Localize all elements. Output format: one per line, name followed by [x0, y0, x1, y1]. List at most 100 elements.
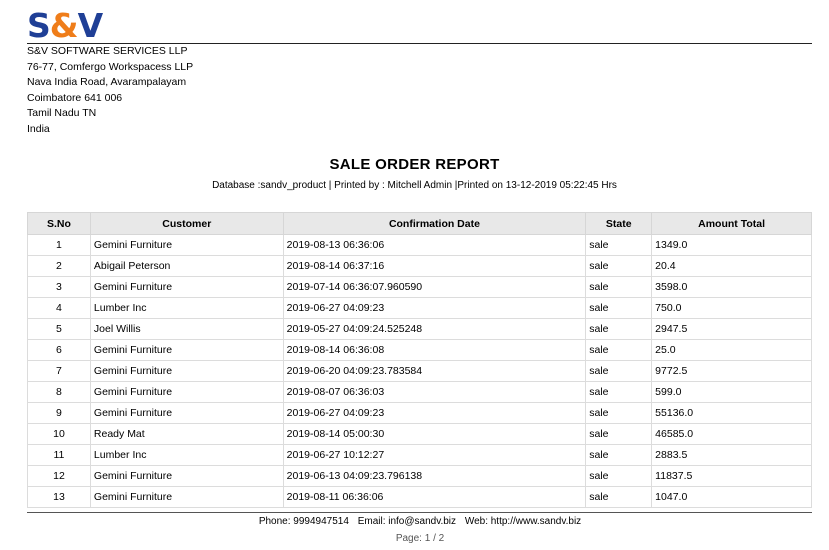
cell-state: sale: [585, 444, 653, 466]
cell-sno: 5: [27, 318, 91, 340]
footer-web: Web: http://www.sandv.biz: [464, 516, 582, 527]
table-row: 4 Lumber Inc 2019-06-27 04:09:23 sale 750.0: [27, 297, 812, 319]
cell-amount-total: 46585.0: [651, 423, 812, 445]
report-title: SALE ORDER REPORT: [329, 156, 500, 173]
cell-confirmation-date: 2019-08-11 06:36:06: [282, 486, 587, 508]
cell-sno: 11: [27, 444, 91, 466]
table-row: 6 Gemini Furniture 2019-08-14 06:36:08 sale…: [27, 339, 812, 361]
cell-amount-total: 1047.0: [651, 486, 812, 508]
sale-order-table: S.No Customer Confirmation Date State Am…: [27, 212, 812, 508]
cell-confirmation-date: 2019-06-27 04:09:23: [282, 297, 587, 319]
cell-confirmation-date: 2019-06-27 04:09:23: [282, 402, 587, 424]
logo-letter-s: S: [27, 6, 51, 45]
cell-customer: Gemini Furniture: [89, 339, 284, 361]
cell-customer: Gemini Furniture: [89, 234, 284, 256]
cell-amount-total: 750.0: [651, 297, 812, 319]
cell-sno: 12: [27, 465, 91, 487]
cell-confirmation-date: 2019-08-14 06:37:16: [282, 255, 587, 277]
footer-email: Email: info@sandv.biz: [357, 516, 457, 527]
cell-state: sale: [585, 276, 653, 298]
cell-customer: Lumber Inc: [89, 297, 284, 319]
cell-customer: Ready Mat: [89, 423, 284, 445]
cell-customer: Abigail Peterson: [89, 255, 284, 277]
cell-state: sale: [585, 465, 653, 487]
footer-phone: Phone: 9994947514: [258, 516, 349, 527]
table-row: 13 Gemini Furniture 2019-08-11 06:36:06 sal…: [27, 486, 812, 508]
logo-letter-v: V: [77, 6, 104, 45]
cell-state: sale: [585, 423, 653, 445]
cell-customer: Gemini Furniture: [89, 402, 284, 424]
table-row: 5 Joel Willis 2019-05-27 04:09:24.525248 sa…: [27, 318, 812, 340]
cell-sno: 8: [27, 381, 91, 403]
table-row: 3 Gemini Furniture 2019-07-14 06:36:07.960…: [27, 276, 812, 298]
company-name: S&V SOFTWARE SERVICES LLP: [27, 45, 188, 57]
cell-state: sale: [585, 381, 653, 403]
cell-confirmation-date: 2019-06-20 04:09:23.783584: [282, 360, 587, 382]
cell-state: sale: [585, 318, 653, 340]
cell-state: sale: [585, 234, 653, 256]
cell-sno: 7: [27, 360, 91, 382]
cell-state: sale: [585, 339, 653, 361]
column-header-customer: Customer: [89, 212, 284, 235]
table-row: 10 Ready Mat 2019-08-14 05:00:30 sale 46585.…: [27, 423, 812, 445]
cell-amount-total: 3598.0: [651, 276, 812, 298]
table-row: 8 Gemini Furniture 2019-08-07 06:36:03 sale…: [27, 381, 812, 403]
column-header-state: State: [585, 212, 653, 235]
cell-amount-total: 55136.0: [651, 402, 812, 424]
cell-amount-total: 20.4: [651, 255, 812, 277]
cell-amount-total: 2947.5: [651, 318, 812, 340]
company-address: S&V SOFTWARE SERVICES LLP 76-77, Comferg…: [27, 44, 193, 138]
cell-confirmation-date: 2019-08-13 06:36:06: [282, 234, 587, 256]
logo-ampersand: &: [49, 6, 79, 45]
address-line: Nava India Road, Avarampalayam: [27, 76, 187, 89]
cell-state: sale: [585, 297, 653, 319]
table-row: 12 Gemini Furniture 2019-06-13 04:09:23.79…: [27, 465, 812, 487]
cell-confirmation-date: 2019-06-13 04:09:23.796138: [282, 465, 587, 487]
cell-confirmation-date: 2019-07-14 06:36:07.960590: [282, 276, 587, 298]
cell-customer: Lumber Inc: [89, 444, 284, 466]
cell-sno: 9: [27, 402, 91, 424]
cell-state: sale: [585, 486, 653, 508]
cell-customer: Joel Willis: [89, 318, 284, 340]
cell-state: sale: [585, 255, 653, 277]
cell-state: sale: [585, 360, 653, 382]
cell-amount-total: 1349.0: [651, 234, 812, 256]
footer-divider: [27, 512, 812, 513]
table-header-row: S.No Customer Confirmation Date State Am…: [27, 212, 812, 235]
cell-amount-total: 599.0: [651, 381, 812, 403]
cell-confirmation-date: 2019-05-27 04:09:24.525248: [282, 318, 587, 340]
cell-customer: Gemini Furniture: [89, 381, 284, 403]
report-subtitle: Database :sandv_product | Printed by : M…: [212, 180, 617, 191]
cell-amount-total: 2883.5: [651, 444, 812, 466]
table-row: 11 Lumber Inc 2019-06-27 10:12:27 sale 2883.…: [27, 444, 812, 466]
page-number: Page: 1 / 2: [395, 533, 445, 544]
company-logo: S&V: [27, 6, 104, 45]
cell-sno: 4: [27, 297, 91, 319]
table-row: 2 Abigail Peterson 2019-08-14 06:37:16 sale…: [27, 255, 812, 277]
column-header-amount-total: Amount Total: [651, 212, 812, 235]
cell-amount-total: 9772.5: [651, 360, 812, 382]
cell-sno: 2: [27, 255, 91, 277]
cell-customer: Gemini Furniture: [89, 276, 284, 298]
table-row: 9 Gemini Furniture 2019-06-27 04:09:23 sale…: [27, 402, 812, 424]
cell-state: sale: [585, 402, 653, 424]
footer-contact: Phone: 9994947514 Email: info@sandv.biz …: [0, 516, 829, 527]
table-body: 1 Gemini Furniture 2019-08-13 06:36:06 sale…: [27, 234, 812, 508]
table-row: 7 Gemini Furniture 2019-06-20 04:09:23.783…: [27, 360, 812, 382]
cell-sno: 1: [27, 234, 91, 256]
column-header-confirmation-date: Confirmation Date: [282, 212, 587, 235]
cell-sno: 6: [27, 339, 91, 361]
cell-amount-total: 25.0: [651, 339, 812, 361]
address-line: Tamil Nadu TN: [27, 107, 97, 120]
address-line: India: [27, 122, 50, 135]
cell-customer: Gemini Furniture: [89, 465, 284, 487]
cell-sno: 10: [27, 423, 91, 445]
cell-sno: 13: [27, 486, 91, 508]
cell-customer: Gemini Furniture: [89, 360, 284, 382]
cell-sno: 3: [27, 276, 91, 298]
cell-amount-total: 11837.5: [651, 465, 812, 487]
cell-confirmation-date: 2019-06-27 10:12:27: [282, 444, 587, 466]
table-row: 1 Gemini Furniture 2019-08-13 06:36:06 sale…: [27, 234, 812, 256]
column-header-sno: S.No: [27, 212, 91, 235]
cell-confirmation-date: 2019-08-14 05:00:30: [282, 423, 587, 445]
